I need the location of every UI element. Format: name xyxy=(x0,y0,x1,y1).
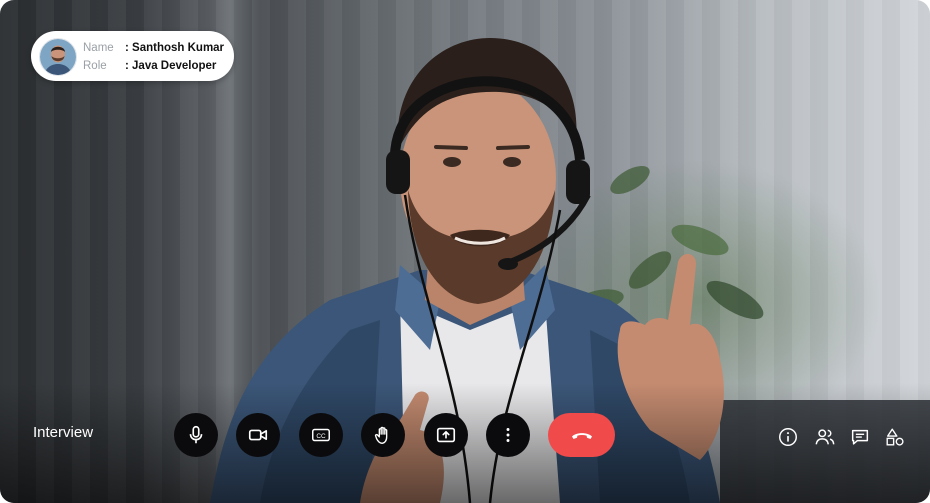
role-label: Role xyxy=(83,60,107,72)
chat-button[interactable] xyxy=(847,424,873,450)
video-camera-icon xyxy=(248,429,268,441)
meeting-title: Interview xyxy=(33,424,94,441)
participant-info-card: Name : Santhosh Kumar Role : Java Develope… xyxy=(31,31,234,81)
chat-icon xyxy=(851,429,869,445)
activities-button[interactable] xyxy=(882,424,908,450)
name-label: Name xyxy=(83,42,114,54)
video-call-stage: Name : Santhosh Kumar Role : Java Develope… xyxy=(0,0,930,503)
more-vertical-icon xyxy=(506,428,510,442)
phone-hangup-icon xyxy=(571,433,592,439)
microphone-icon xyxy=(189,425,203,444)
more-options-button[interactable] xyxy=(486,413,530,457)
participants-button[interactable] xyxy=(812,424,838,450)
participant-avatar xyxy=(39,38,77,76)
svg-text:CC: CC xyxy=(316,433,326,440)
avatar-image xyxy=(40,39,76,75)
microphone-button[interactable] xyxy=(174,413,218,457)
shapes-icon xyxy=(886,428,904,446)
camera-button[interactable] xyxy=(236,413,280,457)
closed-captions-icon: CC xyxy=(312,428,330,442)
raise-hand-button[interactable] xyxy=(361,413,405,457)
people-icon xyxy=(815,429,835,445)
hand-icon xyxy=(374,426,388,444)
participant-role-row: Role : Java Developer xyxy=(83,59,216,73)
participant-name-row: Name : Santhosh Kumar xyxy=(83,41,224,55)
end-call-button[interactable] xyxy=(548,413,615,457)
name-value: : Santhosh Kumar xyxy=(125,42,225,54)
role-value: : Java Developer xyxy=(125,60,217,72)
captions-button[interactable]: CC xyxy=(299,413,343,457)
info-icon xyxy=(779,428,797,446)
share-screen-button[interactable] xyxy=(424,413,468,457)
info-button[interactable] xyxy=(775,424,801,450)
screen-share-icon xyxy=(436,427,456,443)
